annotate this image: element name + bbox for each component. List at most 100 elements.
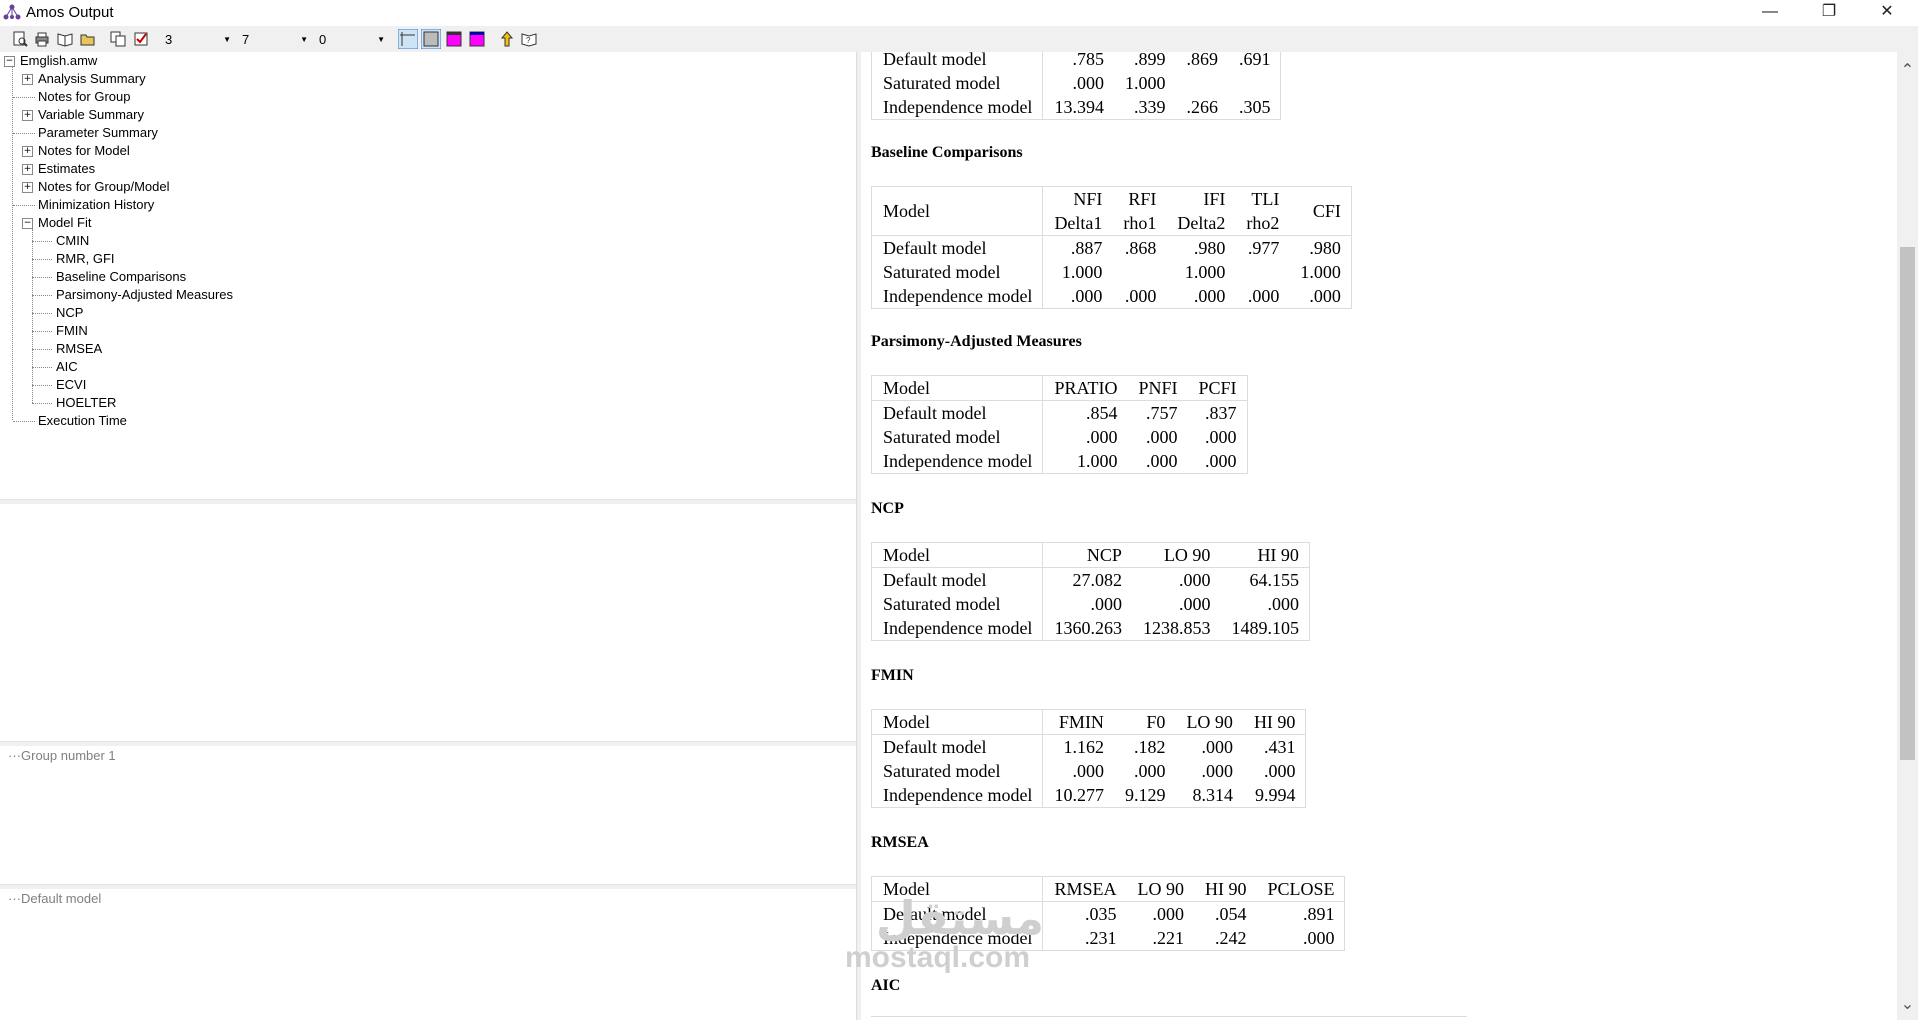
tree-item[interactable]: AIC [56,359,78,374]
expand-icon[interactable]: + [22,146,33,157]
decimals-combo[interactable]: 3 ▼ [161,30,233,48]
table-cell: .000 [1145,451,1178,471]
table-cell: .221 [1152,928,1184,948]
up-arrow-icon[interactable] [499,31,515,47]
header-line: rho1 [1123,213,1157,233]
column-header: TLI rho2 [1235,186,1290,236]
tree-root[interactable]: Emglish.amw [20,53,97,68]
open-folder-icon[interactable] [80,31,96,47]
row-label: Independence model [871,616,1044,641]
table-cell: .757 [1145,403,1178,423]
column-width-combo[interactable]: 7 ▼ [238,30,310,48]
book-icon[interactable] [57,31,73,47]
tree-item[interactable]: Baseline Comparisons [56,269,186,284]
tree-connector [32,241,52,242]
color-magenta-icon[interactable] [446,31,462,47]
svg-text:?: ? [526,36,531,45]
table-header: Model NCP LO 90 HI 90 [871,542,1310,568]
table-cell: .000 [1201,737,1233,757]
table-rows-combo[interactable]: 0 ▼ [315,30,387,48]
table-cell: .000 [1309,286,1341,306]
expand-icon[interactable]: + [22,182,33,193]
scroll-thumb[interactable] [1900,247,1915,760]
column-header: Model [871,375,1044,401]
scroll-down-icon[interactable]: ⌄ [1897,994,1918,1013]
tree-item[interactable]: RMR, GFI [56,251,115,266]
expand-icon[interactable]: + [22,110,33,121]
row-label: Independence model [871,95,1044,120]
row-label: Default model [871,567,1044,592]
table-cell: .000 [1263,761,1296,781]
tree-item[interactable]: Variable Summary [38,107,144,122]
expand-icon[interactable]: + [22,74,33,85]
tree-item[interactable]: Parsimony-Adjusted Measures [56,287,233,302]
table-cell: .000 [1302,928,1335,948]
table-row: Independence model .000 .000 .000 .000 .000 [871,284,1352,309]
header-line: IFI [1203,189,1226,209]
chevron-down-icon: ▼ [300,35,308,44]
collapse-root-icon[interactable]: − [4,56,15,67]
tree-item[interactable]: Notes for Model [38,143,130,158]
scroll-up-icon[interactable]: ⌃ [1897,60,1918,79]
tree-connector [13,205,35,206]
model-list-item[interactable]: ···Default model [8,891,101,906]
group-list-item[interactable]: ···Group number 1 [8,748,116,763]
print-icon[interactable] [34,31,50,47]
help-book-icon[interactable]: ? [521,31,537,47]
column-header: PCLOSE [1256,876,1345,902]
table-row: Independence model 1360.263 1238.853 1489.1… [871,616,1310,641]
tree-item[interactable]: Execution Time [38,413,127,428]
tree-item[interactable]: Parameter Summary [38,125,158,140]
table-cell: .980 [1193,238,1226,258]
restore-button[interactable]: ❐ [1806,0,1852,26]
panel-separator[interactable] [0,741,856,746]
tree-item[interactable]: FMIN [56,323,88,338]
collapse-icon[interactable]: − [22,218,33,229]
table-cell: 1.000 [1184,262,1226,282]
table-border-icon[interactable] [421,29,441,49]
options-check-icon[interactable] [133,31,149,47]
table-cell: .000 [1124,286,1157,306]
vertical-scrollbar[interactable]: ⌃ ⌄ [1897,52,1918,1020]
tree-item[interactable]: Model Fit [38,215,91,230]
tree-item[interactable]: Analysis Summary [38,71,146,86]
tree-item[interactable]: NCP [56,305,83,320]
tree-item[interactable]: Minimization History [38,197,154,212]
tree-connector [13,133,35,134]
parsimony-table: Model PRATIO PNFI PCFI Default model .854 .75… [871,375,1248,474]
tree-item[interactable]: RMSEA [56,341,102,356]
table-cell [1228,71,1281,95]
table-top-border [871,1016,1467,1017]
close-button[interactable]: ✕ [1864,0,1910,26]
table-row: Saturated model .000 .000 .000 [871,425,1248,449]
tree-item[interactable]: CMIN [56,233,89,248]
panel-separator[interactable] [0,884,856,889]
minimize-button[interactable]: — [1747,0,1793,26]
column-header: PCFI [1187,375,1247,401]
table-rules-icon[interactable] [398,29,418,49]
table-cell: .869 [1186,52,1218,69]
tree-item[interactable]: Notes for Group [38,89,131,104]
table-cell: .000 [1193,286,1226,306]
tree-connector [32,331,52,332]
table-cell [1175,71,1228,95]
expand-icon[interactable]: + [22,164,33,175]
print-preview-icon[interactable] [12,31,28,47]
table-header: Model FMIN F0 LO 90 HI 90 [871,709,1306,735]
table-cell: .000 [1072,761,1104,781]
table-row: Default model .887 .868 .980 .977 .980 [871,235,1352,260]
baseline-table: Model NFI Delta1 RFI rho1 IFI Delta2 TLI rho2 CFI… [871,186,1352,309]
tree-item[interactable]: Estimates [38,161,95,176]
table-cell: .868 [1124,238,1157,258]
window-title: Amos Output [26,4,114,21]
tree-item[interactable]: Notes for Group/Model [38,179,170,194]
copy-icon[interactable] [110,31,126,47]
panel-separator[interactable] [0,499,856,504]
title-bar: Amos Output — ❐ ✕ [0,0,1918,26]
tree-item[interactable]: HOELTER [56,395,116,410]
column-header: NFI Delta1 [1042,186,1113,236]
table-cell: 9.129 [1124,785,1166,805]
column-header: Model [871,709,1044,735]
color-highlight-icon[interactable] [469,31,485,47]
tree-item[interactable]: ECVI [56,377,86,392]
